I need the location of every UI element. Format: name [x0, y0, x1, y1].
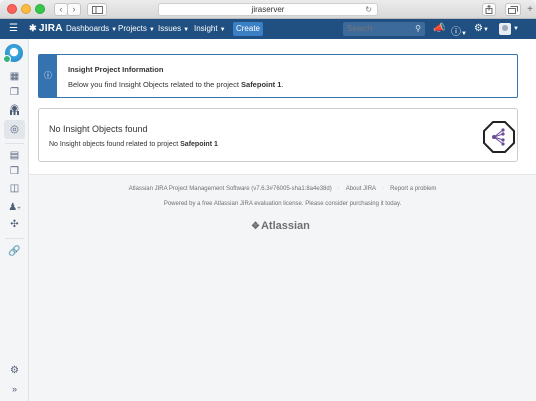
- project-name: Safepoint 1: [180, 141, 218, 148]
- tabs-overview-button[interactable]: [505, 3, 521, 16]
- report-problem-link[interactable]: Report a problem: [390, 186, 436, 192]
- reload-icon[interactable]: ↻: [365, 4, 372, 15]
- caret-down-icon: ▼: [148, 27, 155, 33]
- footer-links: Atlassian JIRA Project Management Softwa…: [29, 186, 536, 192]
- close-window-button[interactable]: [7, 4, 17, 14]
- reports-bar-icon[interactable]: [9, 105, 20, 116]
- versions-icon[interactable]: ❒: [7, 164, 22, 179]
- info-stripe: ⓘ: [39, 55, 57, 97]
- issues-icon[interactable]: ▤: [7, 148, 22, 163]
- forward-button[interactable]: ›: [67, 3, 81, 16]
- feedback-icon[interactable]: ◫: [7, 181, 22, 196]
- settings-icon[interactable]: ⚙: [7, 363, 22, 378]
- search-input[interactable]: [347, 24, 407, 33]
- info-title: Insight Project Information: [68, 65, 164, 74]
- browser-window: ‹ › jiraserver ↻ + ☰ ✱ JIRA Dashboards ▼ P…: [0, 0, 536, 401]
- atlassian-logo-icon: ❖: [251, 221, 260, 232]
- sidebar-divider: [5, 143, 24, 144]
- footer: Atlassian JIRA Project Management Softwa…: [29, 174, 536, 401]
- releases-icon[interactable]: ❐: [7, 85, 22, 100]
- about-link[interactable]: About JIRA: [346, 186, 376, 192]
- empty-state-text: No Insight objects found related to proj…: [49, 141, 218, 148]
- new-tab-button[interactable]: +: [524, 0, 536, 19]
- nav-issues[interactable]: Issues ▼: [158, 24, 189, 33]
- user-avatar[interactable]: [499, 23, 511, 35]
- create-button[interactable]: Create: [233, 22, 263, 36]
- caret-down-icon: ▼: [219, 27, 226, 33]
- sidebar-toggle-button[interactable]: [87, 3, 107, 16]
- main-content: ⓘ Insight Project Information Below you …: [29, 39, 536, 174]
- nav-dashboards[interactable]: Dashboards ▼: [66, 24, 117, 33]
- separator-dot: ·: [382, 186, 385, 192]
- link-icon[interactable]: 🔗: [7, 244, 22, 259]
- license-text: Powered by a free Atlassian JIRA evaluat…: [163, 201, 402, 207]
- expand-sidebar-icon[interactable]: »: [7, 382, 22, 397]
- announcement-icon[interactable]: 📣: [433, 23, 445, 34]
- board-icon[interactable]: ▦: [7, 69, 22, 84]
- gear-icon[interactable]: ⚙▼: [474, 23, 489, 34]
- atlassian-logo[interactable]: ❖Atlassian: [251, 220, 310, 232]
- tabs-icon: [508, 6, 518, 14]
- empty-state-title: No Insight Objects found: [49, 124, 148, 134]
- software-version-link[interactable]: Atlassian JIRA Project Management Softwa…: [129, 186, 332, 192]
- minimize-window-button[interactable]: [21, 4, 31, 14]
- add-user-icon[interactable]: ♟+: [7, 200, 22, 215]
- separator-dot: ·: [337, 186, 340, 192]
- share-icon: [485, 4, 493, 14]
- insight-icon[interactable]: ◎: [7, 122, 22, 137]
- caret-down-icon: ▼: [183, 27, 190, 33]
- info-text: Below you find Insight Objects related t…: [68, 80, 284, 89]
- back-button[interactable]: ‹: [54, 3, 68, 16]
- project-name: Safepoint 1: [241, 80, 282, 89]
- insight-logo-icon: [483, 121, 515, 153]
- empty-state-panel: No Insight Objects found No Insight obje…: [38, 108, 518, 162]
- search-icon[interactable]: ⚲: [415, 22, 421, 36]
- project-sidebar: ▦ ❐ ◉ ◎ ▤ ❒ ◫ ♟+ ✣ 🔗 ⚙ »: [0, 39, 29, 401]
- maximize-window-button[interactable]: [35, 4, 45, 14]
- nav-insight[interactable]: Insight ▼: [194, 24, 226, 33]
- search-field[interactable]: ⚲: [343, 22, 425, 36]
- project-status-badge: [3, 55, 11, 63]
- url-text: jiraserver: [251, 5, 285, 14]
- sidebar-icon: [91, 6, 103, 14]
- info-message: ⓘ Insight Project Information Below you …: [38, 54, 518, 98]
- chevron-right-icon: ›: [72, 4, 76, 14]
- share-button[interactable]: [482, 3, 496, 16]
- sidebar-divider: [5, 238, 24, 239]
- caret-down-icon: ▼: [111, 27, 118, 33]
- caret-down-icon[interactable]: ▼: [513, 26, 519, 32]
- compass-icon[interactable]: ✣: [7, 217, 22, 232]
- chevron-left-icon: ‹: [59, 4, 63, 14]
- browser-toolbar: ‹ › jiraserver ↻ +: [0, 0, 536, 19]
- menu-icon[interactable]: ☰: [9, 23, 18, 34]
- jira-header: ☰ ✱ JIRA Dashboards ▼ Projects ▼ Issues ▼ In…: [0, 19, 536, 39]
- address-bar[interactable]: jiraserver ↻: [158, 3, 378, 16]
- help-icon[interactable]: ⓘ▼: [451, 23, 467, 38]
- jira-logo-icon: ✱: [29, 23, 37, 33]
- jira-logo[interactable]: ✱ JIRA: [29, 23, 63, 34]
- info-icon: ⓘ: [44, 71, 52, 80]
- nav-projects[interactable]: Projects ▼: [118, 24, 155, 33]
